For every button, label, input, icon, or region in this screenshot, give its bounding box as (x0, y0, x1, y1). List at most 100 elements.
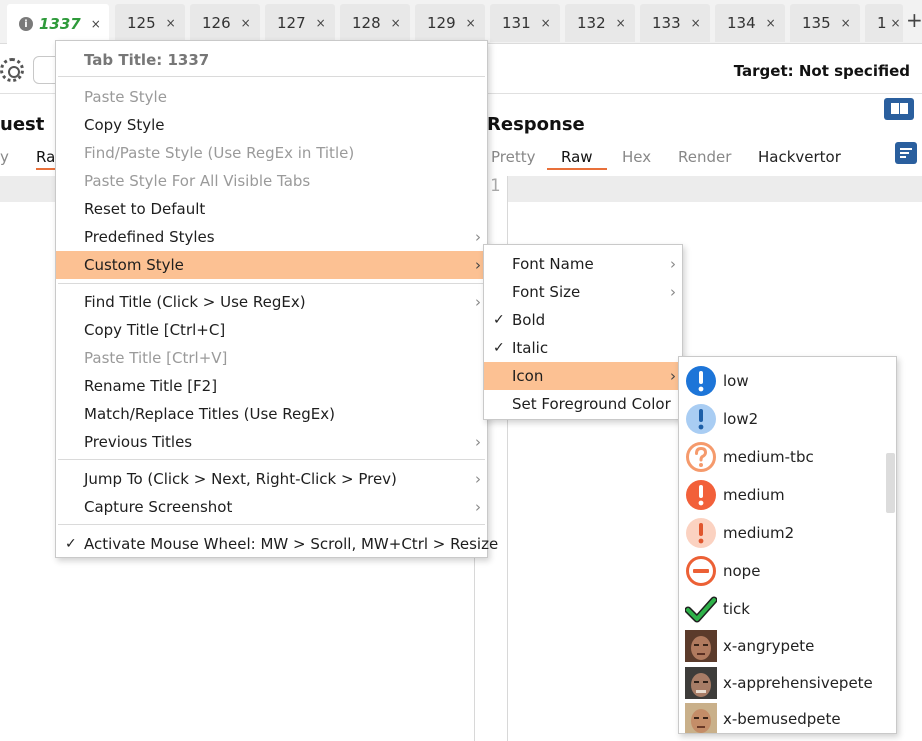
subtab-hackvertor[interactable]: Hackvertor (758, 148, 841, 166)
icon-option-x-bemusedpete[interactable]: x-bemusedpete (679, 700, 887, 733)
tab-129[interactable]: 129 × (415, 4, 485, 42)
chevron-right-icon: › (475, 498, 481, 516)
tab-127[interactable]: 127 × (265, 4, 335, 42)
icon-option-tick[interactable]: tick (679, 590, 887, 628)
wrap-icon[interactable] (895, 142, 917, 164)
close-icon[interactable]: × (391, 16, 401, 30)
menu-item-italic[interactable]: ✓ Italic (484, 334, 682, 362)
tab-label: 129 (427, 14, 456, 32)
subtab-render[interactable]: Render (678, 148, 731, 166)
tab-context-menu: Tab Title: 1337 Paste Style Copy Style F… (55, 40, 498, 558)
request-title: uest (0, 114, 45, 135)
icon-option-x-apprehensivepete[interactable]: x-apprehensivepete (679, 664, 887, 702)
menu-item-jump-to[interactable]: Jump To (Click > Next, Right-Click > Pre… (56, 465, 487, 493)
tab-134[interactable]: 134 × (715, 4, 785, 42)
tab-1337[interactable]: i 1337 × (7, 4, 109, 44)
menu-item-label: Find/Paste Style (Use RegEx in Title) (84, 144, 355, 162)
close-icon[interactable]: × (541, 16, 551, 30)
tab-132[interactable]: 132 × (565, 4, 635, 42)
subtab-raw[interactable]: Ra (36, 148, 56, 170)
exclamation-orange-icon (686, 480, 716, 510)
menu-item-paste-style-all[interactable]: Paste Style For All Visible Tabs (56, 167, 487, 195)
target-label[interactable]: Target: Not specified (734, 62, 910, 80)
menu-item-match-replace[interactable]: Match/Replace Titles (Use RegEx) (56, 400, 487, 428)
subtab-hex[interactable]: Hex (622, 148, 651, 166)
chevron-right-icon: › (670, 283, 676, 301)
subtab-pretty[interactable]: y (0, 148, 9, 166)
menu-item-reset-default[interactable]: Reset to Default (56, 195, 487, 223)
menu-item-paste-style[interactable]: Paste Style (56, 83, 487, 111)
exclamation-peach-icon (686, 518, 716, 548)
menu-item-label: Font Size (512, 283, 581, 301)
icon-option-label: medium2 (723, 524, 795, 542)
tab-label: 132 (577, 14, 606, 32)
close-icon[interactable]: × (91, 17, 101, 31)
tab-128[interactable]: 128 × (340, 4, 410, 42)
subtab-raw[interactable]: Raw (547, 148, 607, 170)
chevron-right-icon: › (475, 293, 481, 311)
menu-item-mouse-wheel[interactable]: ✓ Activate Mouse Wheel: MW > Scroll, MW+C… (56, 530, 498, 558)
response-editor-header (508, 176, 922, 202)
menu-item-label: Previous Titles (84, 433, 193, 451)
icon-option-medium2[interactable]: medium2 (679, 514, 887, 552)
layout-toggle-icon[interactable] (884, 98, 914, 120)
menu-item-custom-style[interactable]: Custom Style › (56, 251, 487, 279)
chevron-right-icon: › (475, 470, 481, 488)
menu-item-label: Find Title (Click > Use RegEx) (84, 293, 306, 311)
close-icon[interactable]: × (466, 16, 476, 30)
menu-item-copy-style[interactable]: Copy Style (56, 111, 487, 139)
icon-option-low[interactable]: low (679, 362, 887, 400)
tab-label: 133 (652, 14, 681, 32)
chevron-right-icon: › (670, 255, 676, 273)
close-icon[interactable]: × (616, 16, 626, 30)
icon-option-label: x-apprehensivepete (723, 674, 873, 692)
close-icon[interactable]: × (166, 16, 176, 30)
close-icon[interactable]: × (841, 16, 851, 30)
tab-125[interactable]: 125 × (115, 4, 185, 42)
tab-126[interactable]: 126 × (190, 4, 260, 42)
menu-header: Tab Title: 1337 (84, 51, 210, 69)
menu-item-font-size[interactable]: Font Size › (484, 278, 682, 306)
green-tick-icon (685, 596, 717, 623)
menu-item-icon[interactable]: Icon › (484, 362, 682, 390)
menu-separator (58, 524, 485, 525)
icon-option-label: tick (723, 600, 750, 618)
info-icon[interactable]: i (19, 17, 33, 31)
menu-item-find-paste-style[interactable]: Find/Paste Style (Use RegEx in Title) (56, 139, 487, 167)
menu-item-find-title[interactable]: Find Title (Click > Use RegEx) › (56, 288, 487, 316)
close-icon[interactable]: × (766, 16, 776, 30)
scrollbar-thumb[interactable] (886, 453, 895, 513)
menu-item-paste-title[interactable]: Paste Title [Ctrl+V] (56, 344, 487, 372)
tab-label: 125 (127, 14, 156, 32)
icon-option-low2[interactable]: low2 (679, 400, 887, 438)
face-photo-icon (685, 630, 717, 662)
menu-separator (58, 459, 485, 460)
add-tab-icon[interactable]: + (906, 8, 922, 32)
close-icon[interactable]: × (241, 16, 251, 30)
icon-option-x-angrypete[interactable]: x-angrypete (679, 627, 887, 665)
menu-item-previous-titles[interactable]: Previous Titles › (56, 428, 487, 456)
tab-131[interactable]: 131 × (490, 4, 560, 42)
menu-item-label: Set Foreground Color (512, 395, 671, 413)
chevron-right-icon: › (670, 367, 676, 385)
close-icon[interactable]: × (891, 16, 901, 30)
icon-option-medium-tbc[interactable]: medium-tbc (679, 438, 887, 476)
menu-item-set-foreground-color[interactable]: Set Foreground Color (484, 390, 682, 418)
menu-item-capture-screenshot[interactable]: Capture Screenshot › (56, 493, 487, 521)
menu-item-font-name[interactable]: Font Name › (484, 250, 682, 278)
tab-133[interactable]: 133 × (640, 4, 710, 42)
tab-partial[interactable]: 1 × (865, 4, 903, 42)
icon-option-nope[interactable]: nope (679, 552, 887, 590)
menu-item-copy-title[interactable]: Copy Title [Ctrl+C] (56, 316, 487, 344)
subtab-pretty[interactable]: Pretty (491, 148, 536, 166)
tab-label: 128 (352, 14, 381, 32)
tab-135[interactable]: 135 × (790, 4, 860, 42)
menu-item-rename-title[interactable]: Rename Title [F2] (56, 372, 487, 400)
menu-item-bold[interactable]: ✓ Bold (484, 306, 682, 334)
gear-icon[interactable] (0, 58, 24, 82)
close-icon[interactable]: × (316, 16, 326, 30)
menu-item-predefined-styles[interactable]: Predefined Styles › (56, 223, 487, 251)
close-icon[interactable]: × (691, 16, 701, 30)
chevron-right-icon: › (475, 433, 481, 451)
icon-option-medium[interactable]: medium (679, 476, 887, 514)
